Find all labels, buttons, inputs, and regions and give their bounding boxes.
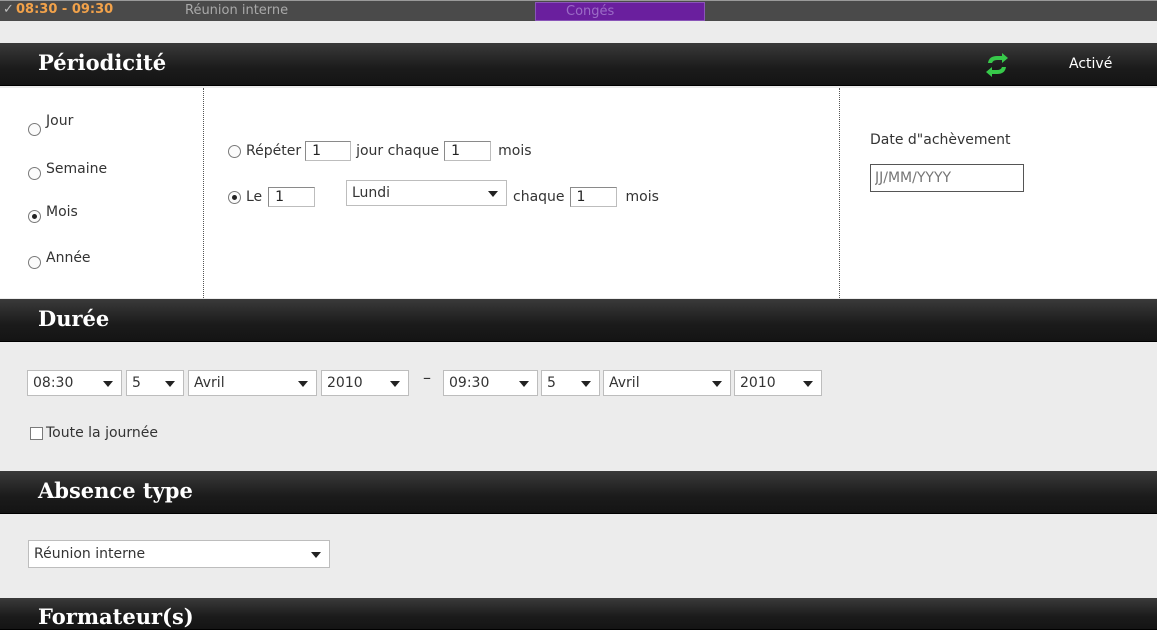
all-day-checkbox[interactable] (30, 426, 43, 440)
chaque-label: chaque (513, 189, 565, 205)
radio-label: Année (46, 250, 91, 266)
duree-panel: 08:30 5 Avril 2010 – 09:30 5 Avril 2010 … (0, 345, 1157, 470)
absence-type-value: Réunion interne (34, 546, 146, 562)
radio-button[interactable] (28, 209, 41, 223)
radio-label: Jour (46, 113, 74, 129)
chevron-down-icon (311, 552, 321, 558)
weekday-select[interactable]: Lundi (346, 180, 507, 206)
appointment-title: Réunion interne (185, 3, 289, 18)
conges-badge[interactable]: Congés (535, 2, 705, 21)
periodicite-panel: Jour Semaine Mois Année Répéter 1 jour c… (0, 88, 1157, 298)
radio-button[interactable] (28, 166, 41, 180)
radio-mois[interactable]: Mois (28, 204, 78, 224)
le-label: Le (246, 189, 263, 205)
start-year-select[interactable]: 2010 (321, 370, 409, 396)
periodicite-header: Périodicité Activé (0, 43, 1157, 86)
chevron-down-icon (165, 381, 175, 387)
radio-label: Mois (46, 204, 78, 220)
day-each-label: jour chaque (356, 143, 440, 159)
chaque-row: chaque 1 mois (513, 187, 659, 207)
chevron-down-icon (103, 381, 113, 387)
months-label: mois (625, 189, 659, 205)
refresh-icon[interactable] (983, 52, 1011, 78)
chevron-down-icon (803, 381, 813, 387)
end-year-value: 2010 (740, 375, 776, 391)
repeat-month-input[interactable]: 1 (444, 141, 492, 161)
end-day-select[interactable]: 5 (541, 370, 600, 396)
divider (839, 88, 840, 298)
divider (203, 88, 204, 298)
repeat-day-input[interactable]: 1 (305, 141, 352, 161)
start-year-value: 2010 (327, 375, 363, 391)
absence-type-select[interactable]: Réunion interne (28, 540, 330, 568)
formateurs-header: Formateur(s) (0, 598, 1157, 630)
end-year-select[interactable]: 2010 (734, 370, 822, 396)
end-date-field[interactable] (870, 164, 1024, 192)
all-day-label: Toute la journée (46, 425, 159, 441)
appointment-strip[interactable]: ✓ 08:30 - 09:30 Réunion interne Congés (0, 0, 1157, 21)
chevron-down-icon (581, 381, 591, 387)
end-month-value: Avril (609, 375, 640, 391)
radio-button[interactable] (28, 122, 41, 136)
end-date-label: Date d"achèvement (870, 132, 1011, 148)
all-day-option[interactable]: Toute la journée (30, 425, 158, 441)
radio-le[interactable] (228, 190, 241, 204)
duree-header: Durée (0, 299, 1157, 342)
radio-button[interactable] (28, 255, 41, 269)
start-month-select[interactable]: Avril (188, 370, 317, 396)
radio-annee[interactable]: Année (28, 250, 91, 270)
chevron-down-icon (390, 381, 400, 387)
periodicite-title: Périodicité (38, 50, 167, 75)
le-number-input[interactable]: 1 (268, 187, 316, 207)
end-time-select[interactable]: 09:30 (443, 370, 538, 396)
radio-repeter[interactable] (228, 144, 241, 158)
months-label: mois (498, 143, 532, 159)
chevron-down-icon (488, 191, 498, 197)
check-icon: ✓ (3, 2, 14, 17)
chaque-month-input[interactable]: 1 (569, 187, 617, 207)
radio-semaine[interactable]: Semaine (28, 161, 107, 181)
start-time-select[interactable]: 08:30 (27, 370, 122, 396)
appointment-time: 08:30 - 09:30 (16, 2, 114, 17)
start-month-value: Avril (194, 375, 225, 391)
chevron-down-icon (298, 381, 308, 387)
end-time-value: 09:30 (449, 375, 490, 391)
chevron-down-icon (712, 381, 722, 387)
start-day-select[interactable]: 5 (126, 370, 184, 396)
status-label: Activé (1069, 56, 1113, 72)
end-day-value: 5 (547, 375, 556, 391)
weekday-value: Lundi (352, 185, 391, 201)
formateurs-title: Formateur(s) (38, 604, 194, 629)
end-month-select[interactable]: Avril (603, 370, 731, 396)
radio-label: Semaine (46, 161, 108, 177)
start-time-value: 08:30 (33, 375, 74, 391)
le-row: Le 1 (228, 187, 316, 207)
absence-panel: Réunion interne (0, 516, 1157, 598)
repeat-label: Répéter (246, 143, 302, 159)
repeat-row: Répéter 1 jour chaque 1 mois (228, 141, 532, 161)
duree-title: Durée (38, 306, 110, 331)
absence-header: Absence type (0, 471, 1157, 514)
absence-title: Absence type (38, 478, 193, 503)
radio-jour[interactable]: Jour (28, 113, 73, 137)
start-day-value: 5 (132, 375, 141, 391)
chevron-down-icon (519, 381, 529, 387)
range-separator: – (423, 368, 431, 387)
